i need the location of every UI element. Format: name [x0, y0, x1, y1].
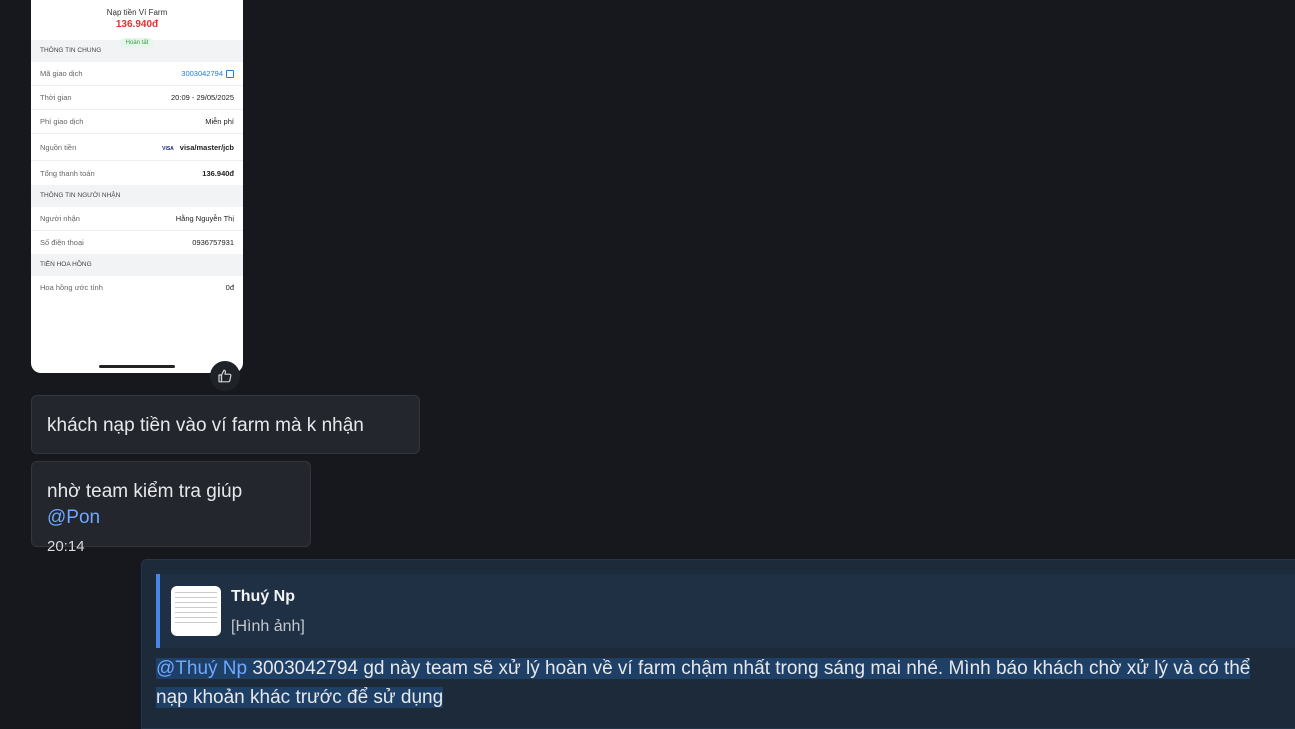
home-indicator: [99, 365, 175, 368]
row-value: Hằng Nguyễn Thị: [175, 214, 234, 223]
copy-icon: [226, 70, 234, 78]
like-button[interactable]: [210, 361, 240, 391]
row-label: Số điện thoại: [40, 238, 84, 247]
message-text-line: nhờ team kiểm tra giúp @Pon: [47, 479, 295, 531]
row-value: VISA visa/master/jcb: [162, 142, 234, 152]
row-value: 136.940đ: [202, 168, 234, 178]
receipt-row: Số điện thoại 0936757931: [31, 231, 243, 254]
reply-body: 3003042794 gd này team sẽ xử lý hoàn về …: [156, 658, 1251, 708]
row-label: Mã giao dịch: [40, 69, 83, 78]
quoted-author: Thuý Np: [231, 588, 295, 605]
quoted-message[interactable]: Thuý Np [Hình ảnh]: [156, 574, 1295, 648]
row-label: Người nhận: [40, 214, 80, 223]
receipt-row: Người nhận Hằng Nguyễn Thị: [31, 207, 243, 231]
quoted-image-thumbnail[interactable]: [171, 586, 221, 636]
receipt-row: Phí giao dịch Miễn phí: [31, 110, 243, 134]
quoted-content: [Hình ảnh]: [231, 618, 305, 635]
receipt-amount: 136.940đ: [115, 19, 159, 30]
message-bubble[interactable]: khách nạp tiền vào ví farm mà k nhận đượ…: [31, 395, 420, 495]
receipt-image-message[interactable]: Nạp tiền Ví Farm 136.940đ Hoàn tất THÔNG…: [31, 0, 243, 373]
row-label: Phí giao dịch: [40, 117, 84, 126]
row-label: Thời gian: [40, 93, 72, 102]
receipt-row: Mã giao dịch 3003042794: [31, 62, 243, 86]
mention-link[interactable]: @Pon: [47, 507, 100, 528]
row-label: Tổng thanh toán: [40, 168, 95, 178]
receipt-row: Tổng thanh toán 136.940đ: [31, 161, 243, 185]
section-receiver-header: THÔNG TIN NGƯỜI NHẬN: [31, 185, 243, 207]
thumbs-up-icon: [218, 369, 232, 383]
reply-message[interactable]: Thuý Np [Hình ảnh] @Thuý Np 3003042794 g…: [141, 559, 1295, 729]
receipt-header: Nạp tiền Ví Farm 136.940đ Hoàn tất: [31, 0, 243, 48]
mention-link[interactable]: @Thuý Np: [156, 658, 248, 679]
message-bubble[interactable]: nhờ team kiểm tra giúp @Pon 20:14: [31, 461, 311, 555]
receipt-row: Hoa hồng ước tính 0đ: [31, 276, 243, 299]
row-value: 20:09 - 29/05/2025: [171, 93, 234, 102]
section-commission-header: TIỀN HOA HỒNG: [31, 254, 243, 276]
message-text: nhờ team kiểm tra giúp: [47, 481, 243, 502]
row-label: Nguồn tiền: [40, 142, 77, 152]
visa-icon: VISA: [162, 145, 174, 152]
row-value: Miễn phí: [205, 117, 234, 126]
message-timestamp: 20:14: [47, 538, 85, 555]
row-label: Hoa hồng ước tính: [40, 283, 103, 292]
reply-text: @Thuý Np 3003042794 gd này team sẽ xử lý…: [156, 654, 1276, 712]
receipt-title: Nạp tiền Ví Farm: [106, 8, 168, 17]
status-badge: Hoàn tất: [119, 38, 155, 48]
row-value: 3003042794: [181, 69, 234, 78]
receipt-row: Nguồn tiền VISA visa/master/jcb: [31, 134, 243, 161]
receipt-row: Thời gian 20:09 - 29/05/2025: [31, 86, 243, 110]
row-value: 0936757931: [192, 238, 234, 247]
row-value: 0đ: [225, 283, 234, 292]
